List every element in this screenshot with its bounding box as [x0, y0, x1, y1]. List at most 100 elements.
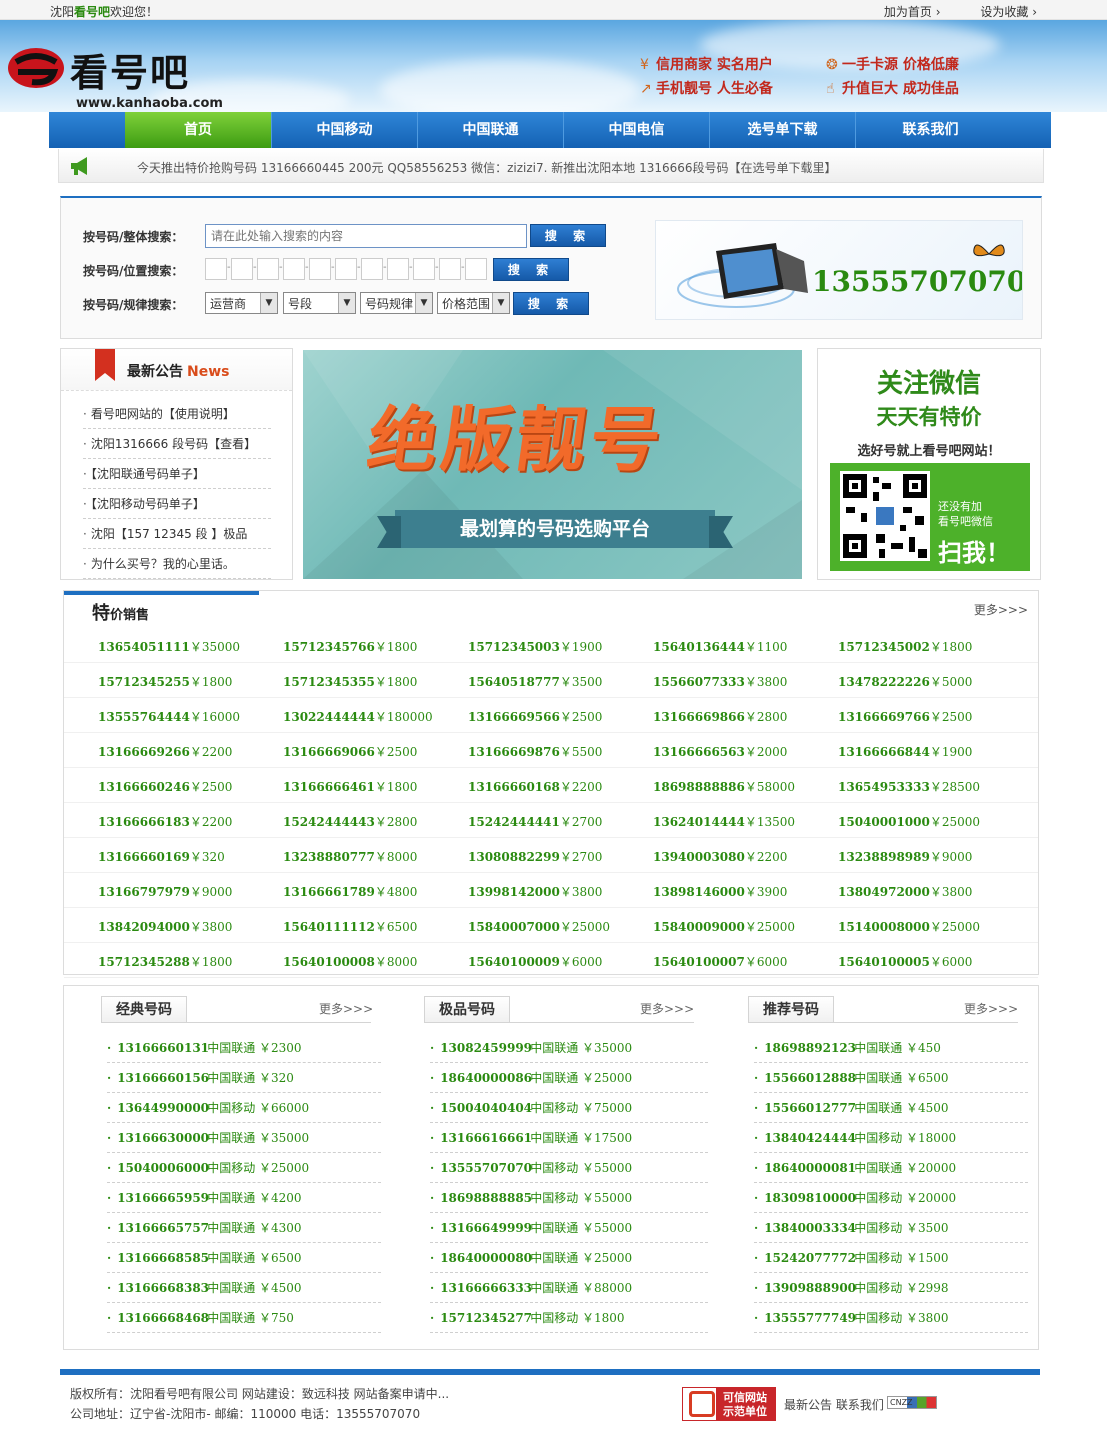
list-more-link[interactable]: 更多>>>	[964, 1000, 1018, 1017]
nav-item-home[interactable]: 首页	[125, 112, 271, 148]
list-item[interactable]: · 15040006000中国移动 ￥25000	[107, 1153, 381, 1183]
list-item[interactable]: · 18698888885中国移动 ￥55000	[430, 1183, 708, 1213]
list-more-link[interactable]: 更多>>>	[640, 1000, 694, 1017]
special-number-item[interactable]: 13166661789￥4800	[283, 883, 417, 900]
special-number-item[interactable]: 15640100007￥6000	[653, 953, 787, 970]
nav-item-unicom[interactable]: 中国联通	[417, 112, 563, 148]
footer-links[interactable]: 最新公告 联系我们	[784, 1396, 884, 1413]
list-item[interactable]: · 18640000086中国联通 ￥25000	[430, 1063, 708, 1093]
list-item[interactable]: · 13555777749中国移动 ￥3800	[754, 1303, 1028, 1333]
special-number-item[interactable]: 15140008000￥25000	[838, 918, 980, 935]
list-item[interactable]: · 15712345277中国移动 ￥1800	[430, 1303, 708, 1333]
nav-item-download[interactable]: 选号单下载	[709, 112, 855, 148]
special-number-item[interactable]: 15566077333￥3800	[653, 673, 787, 690]
bookmark-link[interactable]: 设为收藏 ›	[962, 5, 1037, 19]
special-number-item[interactable]: 13166669866￥2800	[653, 708, 787, 725]
nav-item-contact[interactable]: 联系我们	[855, 112, 1005, 148]
digit-input-4[interactable]	[283, 258, 305, 280]
special-number-item[interactable]: 13166666563￥2000	[653, 743, 787, 760]
special-number-item[interactable]: 15712345288￥1800	[98, 953, 232, 970]
digit-input-6[interactable]	[335, 258, 357, 280]
list-item[interactable]: · 13840424444中国移动 ￥18000	[754, 1123, 1028, 1153]
special-number-item[interactable]: 15712345766￥1800	[283, 638, 417, 655]
promo-banner[interactable]: 绝版靓号 最划算的号码选购平台	[303, 350, 802, 579]
special-number-item[interactable]: 13654953333￥28500	[838, 778, 980, 795]
news-item[interactable]: 【沈阳联通号码单子】	[83, 459, 271, 489]
search-button-whole[interactable]: 搜 索	[530, 224, 606, 247]
nav-item-telecom[interactable]: 中国电信	[563, 112, 709, 148]
special-number-item[interactable]: 15640111112￥6500	[283, 918, 417, 935]
digit-input-1[interactable]	[205, 258, 227, 280]
set-home-link[interactable]: 加为首页 ›	[866, 5, 941, 19]
list-item[interactable]: · 15566012777中国联通 ￥4500	[754, 1093, 1028, 1123]
news-item[interactable]: 【沈阳移动号码单子】	[83, 489, 271, 519]
list-item[interactable]: · 18640000080中国联通 ￥25000	[430, 1243, 708, 1273]
special-number-item[interactable]: 13166660246￥2500	[98, 778, 232, 795]
special-number-item[interactable]: 13940003080￥2200	[653, 848, 787, 865]
special-number-item[interactable]: 15640100008￥8000	[283, 953, 417, 970]
pattern-select[interactable]: 号码规律 ▼	[360, 292, 433, 314]
special-number-item[interactable]: 15712345003￥1900	[468, 638, 602, 655]
nav-item-mobile[interactable]: 中国移动	[271, 112, 417, 148]
special-number-item[interactable]: 13238898989￥9000	[838, 848, 972, 865]
special-number-item[interactable]: 13842094000￥3800	[98, 918, 232, 935]
digit-input-3[interactable]	[257, 258, 279, 280]
digit-input-10[interactable]	[439, 258, 461, 280]
special-number-item[interactable]: 13166669766￥2500	[838, 708, 972, 725]
wechat-qr-box[interactable]: 还没有加 看号吧微信 扫我！	[830, 463, 1030, 571]
list-item[interactable]: · 13166668585中国联通 ￥6500	[107, 1243, 381, 1273]
special-number-item[interactable]: 13166669876￥5500	[468, 743, 602, 760]
carrier-select[interactable]: 运营商 ▼	[205, 292, 278, 314]
news-item[interactable]: 看号吧网站的【使用说明】	[83, 399, 271, 429]
special-number-item[interactable]: 13080882299￥2700	[468, 848, 602, 865]
special-number-item[interactable]: 15040001000￥25000	[838, 813, 980, 830]
digit-input-11[interactable]	[465, 258, 487, 280]
special-number-item[interactable]: 15640100009￥6000	[468, 953, 602, 970]
search-button-position[interactable]: 搜 索	[493, 258, 569, 281]
phone-ad-banner[interactable]: 13555707070	[655, 220, 1023, 320]
digit-input-5[interactable]	[309, 258, 331, 280]
special-number-item[interactable]: 13166666844￥1900	[838, 743, 972, 760]
special-number-item[interactable]: 15640100005￥6000	[838, 953, 972, 970]
list-tab-classic[interactable]: 经典号码	[101, 996, 187, 1023]
special-number-item[interactable]: 13166669566￥2500	[468, 708, 602, 725]
list-item[interactable]: · 13840003334中国移动 ￥3500	[754, 1213, 1028, 1243]
special-number-item[interactable]: 15242444443￥2800	[283, 813, 417, 830]
list-item[interactable]: · 13166665757中国联通 ￥4300	[107, 1213, 381, 1243]
special-number-item[interactable]: 13238880777￥8000	[283, 848, 417, 865]
special-number-item[interactable]: 13166797979￥9000	[98, 883, 232, 900]
list-item[interactable]: · 13082459999中国联通 ￥35000	[430, 1033, 708, 1063]
list-item[interactable]: · 18309810000中国移动 ￥20000	[754, 1183, 1028, 1213]
special-number-item[interactable]: 13478222226￥5000	[838, 673, 972, 690]
special-number-item[interactable]: 15712345355￥1800	[283, 673, 417, 690]
price-select[interactable]: 价格范围 ▼	[437, 292, 510, 314]
special-number-item[interactable]: 13166660169￥320	[98, 848, 225, 865]
special-number-item[interactable]: 15840007000￥25000	[468, 918, 610, 935]
list-item[interactable]: · 13644990000中国移动 ￥66000	[107, 1093, 381, 1123]
special-number-item[interactable]: 13166669066￥2500	[283, 743, 417, 760]
special-number-item[interactable]: 13804972000￥3800	[838, 883, 972, 900]
news-item[interactable]: 为什么买号？我的心里话。	[83, 549, 271, 579]
search-button-rule[interactable]: 搜 索	[513, 292, 589, 315]
digit-input-8[interactable]	[387, 258, 409, 280]
special-number-item[interactable]: 15840009000￥25000	[653, 918, 795, 935]
list-item[interactable]: · 13166665959中国联通 ￥4200	[107, 1183, 381, 1213]
special-number-item[interactable]: 13022444444￥180000	[283, 708, 433, 725]
digit-input-9[interactable]	[413, 258, 435, 280]
list-item[interactable]: · 13909888900中国移动 ￥2998	[754, 1273, 1028, 1303]
special-number-item[interactable]: 13166669266￥2200	[98, 743, 232, 760]
special-more-link[interactable]: 更多>>>	[974, 601, 1028, 618]
prefix-select[interactable]: 号段 ▼	[283, 292, 356, 314]
special-number-item[interactable]: 15640136444￥1100	[653, 638, 787, 655]
special-number-item[interactable]: 13555764444￥16000	[98, 708, 240, 725]
list-item[interactable]: · 13166668383中国联通 ￥4500	[107, 1273, 381, 1303]
list-item[interactable]: · 15004040404中国移动 ￥75000	[430, 1093, 708, 1123]
digit-input-2[interactable]	[231, 258, 253, 280]
special-number-item[interactable]: 13998142000￥3800	[468, 883, 602, 900]
list-item[interactable]: · 13166616661中国联通 ￥17500	[430, 1123, 708, 1153]
list-item[interactable]: · 15242077772中国移动 ￥1500	[754, 1243, 1028, 1273]
special-number-item[interactable]: 13624014444￥13500	[653, 813, 795, 830]
list-item[interactable]: · 13166660131中国联通 ￥2300	[107, 1033, 381, 1063]
special-number-item[interactable]: 15712345255￥1800	[98, 673, 232, 690]
special-number-item[interactable]: 13654051111￥35000	[98, 638, 240, 655]
